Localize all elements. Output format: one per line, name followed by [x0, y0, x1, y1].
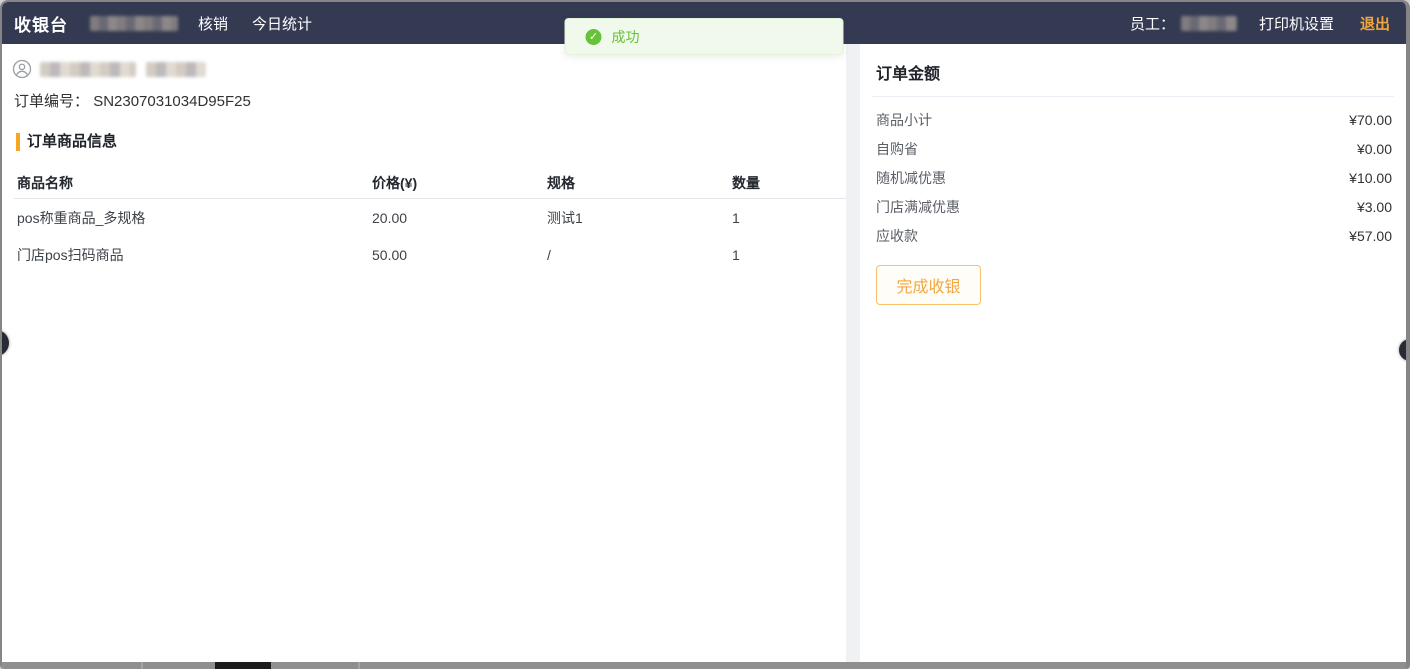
employee-label: 员工： [1130, 13, 1175, 34]
avatar-icon [12, 59, 32, 79]
success-check-icon: ✓ [586, 29, 602, 45]
cell-qty: 1 [732, 210, 846, 226]
summary-title: 订单金额 [872, 56, 1394, 97]
app-window: 收银台 核销 今日统计 员工： 打印机设置 退出 ✓ 成功 [0, 0, 1410, 669]
panel-divider [846, 44, 860, 662]
cell-price: 50.00 [372, 247, 547, 263]
cell-name: 门店pos扫码商品 [17, 245, 372, 265]
goods-table-header: 商品名称 价格(¥) 规格 数量 [14, 167, 846, 199]
summary-label: 随机减优惠 [876, 168, 946, 188]
goods-section-title: 订单商品信息 [16, 133, 846, 151]
nav-left-group: 收银台 核销 今日统计 [14, 11, 312, 36]
printer-settings-button[interactable]: 打印机设置 [1259, 13, 1334, 34]
col-header-price: 价格(¥) [372, 173, 547, 193]
cell-qty: 1 [732, 247, 846, 263]
col-header-name: 商品名称 [17, 173, 372, 193]
table-row: 门店pos扫码商品 50.00 / 1 [14, 236, 846, 273]
taskbar-peek [215, 662, 271, 669]
nav-item-today-stats[interactable]: 今日统计 [252, 13, 312, 34]
app-title: 收银台 [14, 11, 68, 36]
summary-rows: 商品小计 ¥70.00 自购省 ¥0.00 随机减优惠 ¥10.00 门店满减优… [872, 105, 1394, 250]
summary-row-self-save: 自购省 ¥0.00 [872, 134, 1394, 163]
order-amount-panel: 订单金额 商品小计 ¥70.00 自购省 ¥0.00 随机减优惠 ¥10.00 … [860, 44, 1406, 662]
customer-line [12, 58, 846, 80]
table-row: pos称重商品_多规格 20.00 测试1 1 [14, 199, 846, 236]
success-toast: ✓ 成功 [565, 18, 844, 55]
summary-label: 应收款 [876, 226, 918, 246]
summary-value: ¥3.00 [1357, 199, 1392, 215]
cell-spec: 测试1 [547, 208, 732, 228]
main-content: 订单编号： SN2307031034D95F25 订单商品信息 商品名称 价格(… [2, 44, 1406, 662]
taskbar-tick [358, 662, 360, 669]
bottom-window-strip [2, 662, 1406, 669]
summary-label: 门店满减优惠 [876, 197, 960, 217]
summary-value: ¥10.00 [1349, 170, 1392, 186]
col-header-qty: 数量 [732, 173, 846, 193]
redacted-employee-name [1181, 16, 1237, 31]
cell-price: 20.00 [372, 210, 547, 226]
summary-row-store-discount: 门店满减优惠 ¥3.00 [872, 192, 1394, 221]
order-number-value: SN2307031034D95F25 [93, 93, 251, 110]
cell-spec: / [547, 247, 732, 263]
nav-item-verify[interactable]: 核销 [198, 13, 228, 34]
logout-button[interactable]: 退出 [1360, 13, 1390, 34]
summary-row-random-discount: 随机减优惠 ¥10.00 [872, 163, 1394, 192]
summary-value: ¥70.00 [1349, 112, 1392, 128]
redacted-customer-name-2 [146, 62, 206, 77]
summary-row-receivable: 应收款 ¥57.00 [872, 221, 1394, 250]
summary-row-subtotal: 商品小计 ¥70.00 [872, 105, 1394, 134]
summary-label: 商品小计 [876, 110, 932, 130]
cell-name: pos称重商品_多规格 [17, 208, 372, 228]
goods-table: 商品名称 价格(¥) 规格 数量 pos称重商品_多规格 20.00 测试1 1… [14, 167, 846, 273]
summary-label: 自购省 [876, 139, 918, 159]
summary-value: ¥0.00 [1357, 141, 1392, 157]
col-header-spec: 规格 [547, 173, 732, 193]
nav-right-group: 员工： 打印机设置 退出 [1130, 13, 1390, 34]
toast-message: 成功 [612, 27, 640, 47]
order-number-line: 订单编号： SN2307031034D95F25 [14, 90, 846, 111]
taskbar-tick [141, 662, 143, 669]
order-detail-panel: 订单编号： SN2307031034D95F25 订单商品信息 商品名称 价格(… [2, 44, 846, 662]
complete-checkout-button[interactable]: 完成收银 [876, 265, 981, 305]
redacted-store-name [90, 16, 178, 31]
order-number-label: 订单编号： [14, 93, 89, 110]
summary-value: ¥57.00 [1349, 228, 1392, 244]
redacted-customer-name [40, 62, 136, 77]
